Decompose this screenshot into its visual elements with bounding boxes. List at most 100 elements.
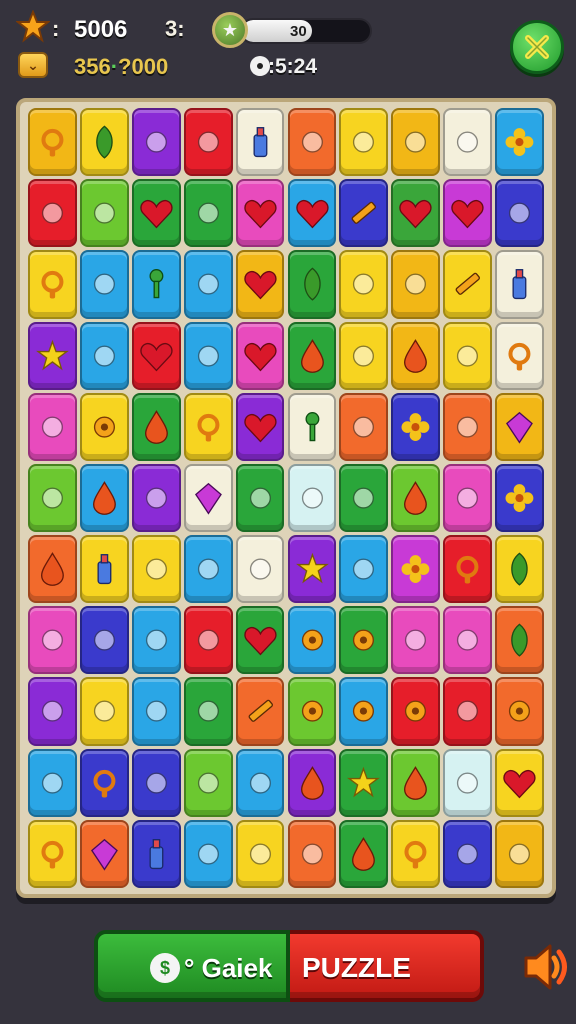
tile-r8-c4[interactable] — [235, 677, 285, 746]
tile-r9-c0[interactable] — [28, 748, 77, 817]
tile-r1-c5[interactable] — [287, 179, 337, 248]
tile-r0-c8[interactable] — [443, 108, 493, 177]
tile-r4-c9[interactable] — [495, 392, 544, 461]
tile-r0-c1[interactable] — [79, 108, 129, 177]
tile-r10-c9[interactable] — [495, 819, 544, 888]
tile-r3-c6[interactable] — [339, 321, 389, 390]
tile-r1-c1[interactable] — [79, 179, 129, 248]
tile-r10-c5[interactable] — [287, 819, 337, 888]
tile-r8-c9[interactable] — [495, 677, 544, 746]
tile-r3-c7[interactable] — [391, 321, 441, 390]
tile-r5-c0[interactable] — [28, 463, 77, 533]
tile-r2-c1[interactable] — [79, 250, 129, 319]
tile-r8-c0[interactable] — [28, 677, 77, 746]
tile-r7-c9[interactable] — [495, 606, 544, 675]
tile-r5-c9[interactable] — [495, 463, 544, 533]
quick-button[interactable]: $ ° Gaiek — [94, 930, 290, 1002]
tile-r0-c2[interactable] — [131, 108, 181, 177]
tile-r6-c0[interactable] — [28, 535, 77, 604]
tile-r7-c2[interactable] — [131, 606, 181, 675]
tile-r8-c1[interactable] — [79, 677, 129, 746]
tile-r1-c6[interactable] — [339, 179, 389, 248]
tile-r2-c9[interactable] — [495, 250, 544, 319]
tile-r2-c4[interactable] — [235, 250, 285, 319]
tile-r4-c8[interactable] — [443, 392, 493, 461]
tile-r10-c8[interactable] — [443, 819, 493, 888]
tile-r6-c3[interactable] — [183, 535, 233, 604]
tile-r8-c2[interactable] — [131, 677, 181, 746]
tile-r6-c9[interactable] — [495, 535, 544, 604]
tile-r9-c4[interactable] — [235, 748, 285, 817]
tile-r6-c8[interactable] — [443, 535, 493, 604]
tile-r9-c7[interactable] — [391, 748, 441, 817]
tile-r1-c8[interactable] — [443, 179, 493, 248]
tile-r4-c6[interactable] — [339, 392, 389, 461]
speaker-icon[interactable] — [520, 938, 568, 996]
tile-r2-c5[interactable] — [287, 250, 337, 319]
tile-r6-c2[interactable] — [131, 535, 181, 604]
tile-r1-c9[interactable] — [495, 179, 544, 248]
tile-r8-c7[interactable] — [391, 677, 441, 746]
tile-r0-c5[interactable] — [287, 108, 337, 177]
tile-r3-c2[interactable] — [131, 321, 181, 390]
tile-r3-c1[interactable] — [79, 321, 129, 390]
tile-r3-c8[interactable] — [443, 321, 493, 390]
tile-r7-c5[interactable] — [287, 606, 337, 675]
tile-r10-c0[interactable] — [28, 819, 77, 888]
tile-r0-c4[interactable] — [235, 108, 285, 177]
tile-r4-c0[interactable] — [28, 392, 77, 461]
tile-r9-c6[interactable] — [339, 748, 389, 817]
tile-r1-c0[interactable] — [28, 179, 77, 248]
tile-r4-c2[interactable] — [131, 392, 181, 461]
tile-r7-c6[interactable] — [339, 606, 389, 675]
tile-r0-c6[interactable] — [339, 108, 389, 177]
tile-r5-c8[interactable] — [443, 463, 493, 533]
tile-r0-c7[interactable] — [391, 108, 441, 177]
tile-r4-c4[interactable] — [235, 392, 285, 461]
tile-r0-c0[interactable] — [28, 108, 77, 177]
tile-r5-c6[interactable] — [339, 463, 389, 533]
tile-r10-c1[interactable] — [79, 819, 129, 888]
tile-r2-c3[interactable] — [183, 250, 233, 319]
tile-r9-c1[interactable] — [79, 748, 129, 817]
tile-r5-c4[interactable] — [235, 463, 285, 533]
tile-r5-c3[interactable] — [183, 463, 233, 533]
tile-r5-c2[interactable] — [131, 463, 181, 533]
tile-r9-c8[interactable] — [443, 748, 493, 817]
tile-r9-c3[interactable] — [183, 748, 233, 817]
tile-r7-c1[interactable] — [79, 606, 129, 675]
tile-r4-c1[interactable] — [79, 392, 129, 461]
tile-r2-c0[interactable] — [28, 250, 77, 319]
tile-r6-c6[interactable] — [339, 535, 389, 604]
tile-r1-c3[interactable] — [183, 179, 233, 248]
tile-r3-c5[interactable] — [287, 321, 337, 390]
tile-r6-c5[interactable] — [287, 535, 337, 604]
tile-r4-c7[interactable] — [391, 392, 441, 461]
tile-r10-c4[interactable] — [235, 819, 285, 888]
tile-r1-c7[interactable] — [391, 179, 441, 248]
tile-r10-c3[interactable] — [183, 819, 233, 888]
tile-r7-c3[interactable] — [183, 606, 233, 675]
tile-r5-c7[interactable] — [391, 463, 441, 533]
tile-r5-c5[interactable] — [287, 463, 337, 533]
tile-r3-c4[interactable] — [235, 321, 285, 390]
tile-r7-c0[interactable] — [28, 606, 77, 675]
tile-r4-c3[interactable] — [183, 392, 233, 461]
tile-r10-c6[interactable] — [339, 819, 389, 888]
tile-r4-c5[interactable] — [287, 392, 337, 461]
puzzle-button[interactable]: PUZZLE — [290, 930, 484, 1002]
tile-r6-c1[interactable] — [79, 535, 129, 604]
tile-r8-c5[interactable] — [287, 677, 337, 746]
tile-r1-c2[interactable] — [131, 179, 181, 248]
tile-r6-c4[interactable] — [235, 535, 285, 604]
tile-r7-c8[interactable] — [443, 606, 493, 675]
tile-r8-c8[interactable] — [443, 677, 493, 746]
tile-r1-c4[interactable] — [235, 179, 285, 248]
tile-r2-c7[interactable] — [391, 250, 441, 319]
tile-r10-c7[interactable] — [391, 819, 441, 888]
tile-r9-c5[interactable] — [287, 748, 337, 817]
tile-r10-c2[interactable] — [131, 819, 181, 888]
tile-r0-c3[interactable] — [183, 108, 233, 177]
tile-r8-c3[interactable] — [183, 677, 233, 746]
tile-r9-c2[interactable] — [131, 748, 181, 817]
